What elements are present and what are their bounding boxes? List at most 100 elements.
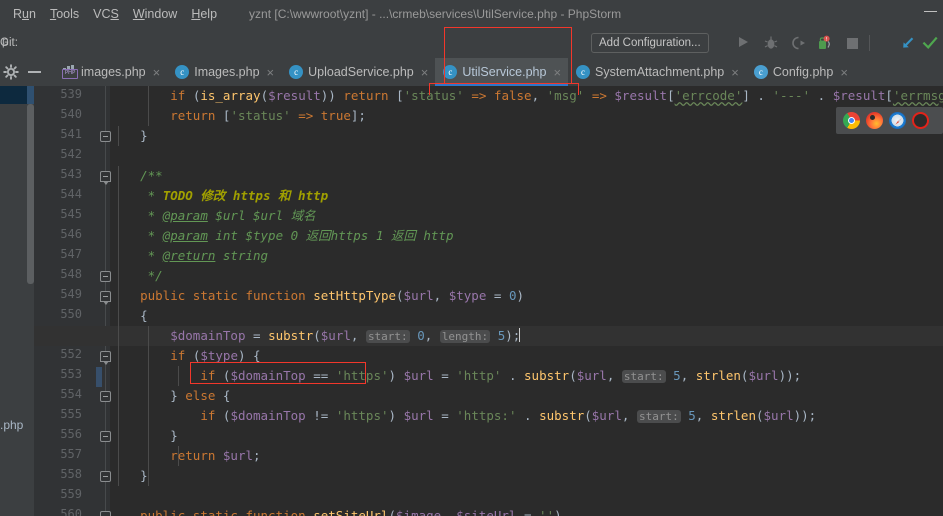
- firefox-icon[interactable]: [866, 112, 883, 129]
- git-update-project-icon[interactable]: [900, 35, 916, 51]
- code-line[interactable]: return ['status' => true];: [110, 106, 366, 126]
- inlay-hint-start: start:: [636, 410, 681, 423]
- tab-Images-php[interactable]: c Images.php ×: [167, 58, 281, 86]
- php-class-icon: c: [576, 65, 591, 79]
- line-number: 549: [60, 287, 82, 301]
- tab-label: SystemAttachment.php: [595, 65, 725, 79]
- minus-icon[interactable]: [28, 71, 41, 73]
- menu-item-window[interactable]: Window: [126, 4, 184, 24]
- code-line[interactable]: }: [110, 126, 148, 146]
- php-class-icon: c: [175, 65, 190, 79]
- menu-item-run[interactable]: Run: [6, 4, 43, 24]
- code-line[interactable]: if (is_array($result)) return ['status' …: [110, 86, 943, 106]
- svg-text:!: !: [826, 37, 828, 43]
- close-icon[interactable]: ×: [153, 66, 161, 79]
- line-number: 555: [60, 407, 82, 421]
- line-number: 559: [60, 487, 82, 501]
- project-tool-window[interactable]: .php: [0, 86, 34, 516]
- code-line[interactable]: {: [110, 306, 148, 326]
- navigation-toolbar: p Add Configuration... ! Git:: [0, 28, 943, 58]
- code-line[interactable]: } else {: [110, 386, 230, 406]
- php-class-icon: c: [753, 65, 768, 79]
- line-number: 539: [60, 87, 82, 101]
- line-number: 552: [60, 347, 82, 361]
- inlay-hint-start: start:: [621, 370, 666, 383]
- code-line[interactable]: * @param $url $url 域名: [110, 206, 316, 226]
- code-line[interactable]: if ($domainTop != 'https') $url = 'https…: [110, 406, 816, 426]
- line-number: 547: [60, 247, 82, 261]
- tab-Config-php[interactable]: c Config.php ×: [746, 58, 855, 86]
- code-line[interactable]: if ($type) {: [110, 346, 260, 366]
- line-number: 548: [60, 267, 82, 281]
- code-line[interactable]: /**: [110, 166, 163, 186]
- source-code[interactable]: if (is_array($result)) return ['status' …: [34, 86, 943, 516]
- line-number: 560: [60, 507, 82, 516]
- run-icon[interactable]: [735, 35, 751, 51]
- code-line[interactable]: * TODO 修改 https 和 http: [110, 186, 329, 206]
- line-number: 553: [60, 367, 82, 381]
- tab-label: UploadService.php: [308, 65, 414, 79]
- run-configuration-selector[interactable]: Add Configuration...: [591, 33, 709, 53]
- tab-UtilService-php[interactable]: c UtilService.php ×: [435, 58, 569, 86]
- tab-label: Images.php: [194, 65, 260, 79]
- text-caret: [519, 328, 521, 342]
- close-icon[interactable]: ×: [267, 66, 275, 79]
- git-commit-icon[interactable]: [922, 35, 938, 51]
- line-number: 550: [60, 307, 82, 321]
- code-line[interactable]: }: [110, 426, 178, 446]
- line-number: 558: [60, 467, 82, 481]
- opera-icon[interactable]: [912, 112, 929, 129]
- code-line[interactable]: if ($domainTop == 'https') $url = 'http'…: [110, 366, 801, 386]
- code-line[interactable]: */: [110, 266, 163, 286]
- line-number: 541: [60, 127, 82, 141]
- minimize-button[interactable]: [924, 11, 937, 12]
- safari-icon[interactable]: [889, 112, 906, 129]
- menu-item-help[interactable]: Help: [184, 4, 224, 24]
- debug-icon[interactable]: [763, 35, 779, 51]
- code-line[interactable]: public static function setSiteUrl($image…: [110, 506, 562, 516]
- line-number: 542: [60, 147, 82, 161]
- close-icon[interactable]: ×: [421, 66, 429, 79]
- tab-label: UtilService.php: [462, 65, 547, 79]
- menu-item-tools[interactable]: Tools: [43, 4, 86, 24]
- code-line-current[interactable]: $domainTop = substr($url, start: 0, leng…: [110, 326, 521, 346]
- code-editor[interactable]: 539 540 541 542 543 544 545 546 547 548 …: [34, 86, 943, 516]
- code-line[interactable]: * @return string: [110, 246, 268, 266]
- line-number: 543: [60, 167, 82, 181]
- tab-UploadService-php[interactable]: c UploadService.php ×: [281, 58, 435, 86]
- browser-popup[interactable]: [836, 107, 943, 134]
- inlay-hint-length: length:: [439, 330, 491, 343]
- editor-gutter[interactable]: 539 540 541 542 543 544 545 546 547 548 …: [34, 86, 111, 516]
- close-icon[interactable]: ×: [731, 66, 739, 79]
- chrome-icon[interactable]: [843, 112, 860, 129]
- project-tree-item[interactable]: .php: [0, 418, 23, 432]
- gear-icon[interactable]: [3, 64, 19, 80]
- line-number: 554: [60, 387, 82, 401]
- tab-images-php[interactable]: PHP images.php ×: [54, 58, 167, 86]
- code-line[interactable]: * @param int $type 0 返回https 1 返回 http: [110, 226, 454, 246]
- editor-tab-bar: PHP images.php × c Images.php × c Upload…: [54, 58, 943, 86]
- line-number: 544: [60, 187, 82, 201]
- window-title: yznt [C:\wwwroot\yznt] - ...\crmeb\servi…: [249, 7, 622, 21]
- line-number: 540: [60, 107, 82, 121]
- editor-toolstrip: [0, 58, 54, 86]
- code-line[interactable]: public static function setHttpType($url,…: [110, 286, 524, 306]
- run-with-coverage-icon[interactable]: [791, 35, 807, 51]
- inlay-hint-start: start:: [365, 330, 410, 343]
- code-line[interactable]: }: [110, 466, 148, 486]
- close-icon[interactable]: ×: [553, 66, 561, 79]
- menu-item-vcs[interactable]: VCS: [86, 4, 126, 24]
- close-icon[interactable]: ×: [840, 66, 848, 79]
- tab-label: images.php: [81, 65, 146, 79]
- tab-SystemAttachment-php[interactable]: c SystemAttachment.php ×: [568, 58, 746, 86]
- line-number: 546: [60, 227, 82, 241]
- project-scrollbar[interactable]: [27, 86, 34, 516]
- profile-icon[interactable]: !: [817, 35, 833, 51]
- php-file-icon: PHP: [62, 65, 78, 79]
- vcs-change-marker[interactable]: [96, 367, 102, 387]
- line-number: 556: [60, 427, 82, 441]
- line-number: 557: [60, 447, 82, 461]
- code-line[interactable]: return $url;: [110, 446, 260, 466]
- tab-label: Config.php: [772, 65, 834, 79]
- stop-icon[interactable]: [845, 35, 861, 51]
